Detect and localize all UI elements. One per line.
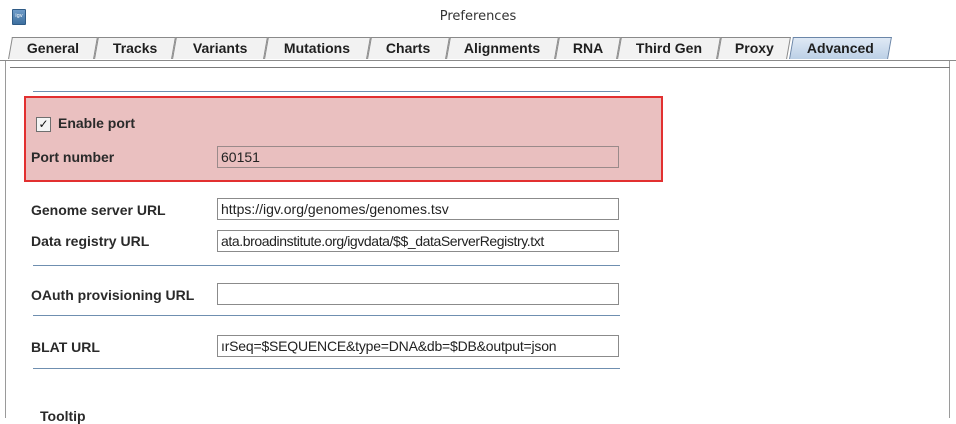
tab-charts[interactable]: Charts	[367, 37, 450, 59]
tab-proxy[interactable]: Proxy	[717, 37, 791, 59]
window-title: Preferences	[439, 9, 517, 24]
enable-port-checkbox[interactable]: ✓	[36, 117, 51, 132]
port-highlight-box	[24, 96, 663, 182]
data-registry-url-label: Data registry URL	[31, 233, 150, 249]
tab-rna[interactable]: RNA	[555, 37, 621, 59]
tab-variants[interactable]: Variants	[172, 37, 268, 59]
panel-top-border	[10, 67, 950, 68]
tab-strip: General Tracks Variants Mutations Charts…	[0, 37, 956, 61]
tab-third-gen[interactable]: Third Gen	[617, 37, 721, 59]
port-number-label: Port number	[31, 149, 115, 165]
section-separator	[33, 265, 620, 266]
tab-general[interactable]: General	[8, 37, 98, 59]
tooltip-section-label: Tooltip	[40, 408, 86, 424]
section-separator	[33, 91, 620, 92]
port-number-field[interactable]: 60151	[217, 146, 619, 168]
section-separator	[33, 315, 620, 316]
tab-advanced[interactable]: Advanced	[789, 37, 892, 59]
tab-alignments[interactable]: Alignments	[446, 37, 559, 59]
section-separator	[33, 368, 620, 369]
blat-url-label: BLAT URL	[31, 339, 100, 355]
tab-mutations[interactable]: Mutations	[264, 37, 371, 59]
oauth-url-field[interactable]	[217, 283, 619, 305]
genome-server-url-field[interactable]: https://igv.org/genomes/genomes.tsv	[217, 198, 619, 220]
blat-url-field[interactable]: ırSeq=$SEQUENCE&type=DNA&db=$DB&output=j…	[217, 335, 619, 357]
title-bar: Preferences	[0, 0, 956, 36]
data-registry-url-field[interactable]: ata.broadinstitute.org/igvdata/$$_dataSe…	[217, 230, 619, 252]
enable-port-label: Enable port	[58, 115, 136, 131]
genome-server-url-label: Genome server URL	[31, 202, 166, 218]
tab-tracks[interactable]: Tracks	[94, 37, 176, 59]
oauth-url-label: OAuth provisioning URL	[31, 287, 195, 303]
